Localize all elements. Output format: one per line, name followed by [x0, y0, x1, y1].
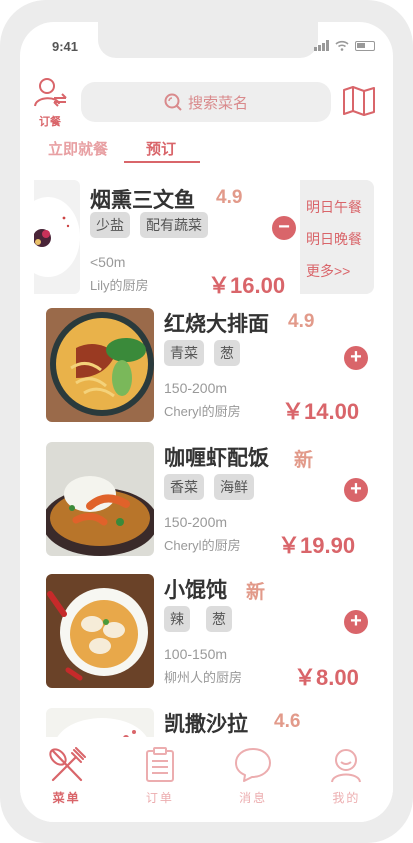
dish-rating: 4.6 — [274, 711, 301, 732]
tab-bar: 立即就餐 预订 — [48, 138, 176, 163]
user-icon — [331, 749, 362, 783]
dish-kitchen: Lily的厨房 — [90, 278, 149, 293]
dish-tag: 配有蔬菜 — [140, 212, 208, 238]
add-button[interactable]: + — [344, 478, 368, 502]
schedule-more-button[interactable]: 更多>> — [306, 261, 350, 281]
user-order-icon — [34, 78, 67, 107]
dish-price: ￥14.00 — [282, 399, 360, 424]
dish-card[interactable]: 咖喱虾配饭 新 香菜 海鲜 + 150-200m Cheryl的厨房 ￥19.9… — [46, 442, 376, 558]
search-input[interactable]: 搜索菜名 — [81, 82, 331, 122]
phone-notch — [98, 22, 318, 58]
status-time: 9:41 — [52, 39, 79, 54]
nav-messages[interactable]: 消息 — [223, 747, 283, 822]
dish-image — [46, 442, 154, 556]
dish-rating: 新 — [294, 450, 314, 471]
dish-image — [46, 574, 154, 688]
dish-name: 红烧大排面 — [164, 313, 269, 336]
dish-image — [34, 180, 80, 294]
dish-tag: 青菜 — [164, 340, 204, 366]
order-label: 订餐 — [39, 116, 61, 128]
schedule-menu: 明日午餐 明日晚餐 更多>> — [300, 180, 374, 294]
wifi-icon — [335, 40, 349, 51]
chat-bubble-icon — [235, 748, 272, 782]
remove-button[interactable]: − — [272, 216, 296, 240]
dish-name: 小馄饨 — [164, 579, 227, 602]
tab-reserve[interactable]: 预订 — [146, 138, 176, 163]
dish-name: 烟熏三文鱼 — [90, 189, 195, 212]
dish-distance: 150-200m — [164, 514, 228, 530]
dish-kitchen: Cheryl的厨房 — [164, 404, 241, 419]
nav-menu-label: 菜单 — [52, 791, 81, 805]
nav-messages-label: 消息 — [239, 791, 268, 805]
dish-price: ￥19.90 — [278, 533, 356, 558]
add-button[interactable]: + — [344, 346, 368, 370]
schedule-dinner-button[interactable]: 明日晚餐 — [306, 229, 362, 249]
map-icon[interactable] — [342, 86, 376, 116]
dish-name: 凯撒沙拉 — [164, 713, 248, 736]
dish-tag: 葱 — [214, 340, 240, 366]
dish-name: 咖喱虾配饭 — [164, 447, 269, 470]
dish-distance: <50m — [90, 254, 126, 270]
bottom-nav: 菜单 订单 消息 我的 — [20, 737, 393, 822]
nav-orders-label: 订单 — [145, 791, 174, 805]
dish-card[interactable]: 小馄饨 新 辣 葱 + 100-150m 柳州人的厨房 ￥8.00 — [46, 574, 376, 690]
search-placeholder: 搜索菜名 — [187, 94, 248, 112]
dish-price: ￥16.00 — [208, 273, 286, 298]
dish-card[interactable]: 红烧大排面 4.9 青菜 葱 + 150-200m Cheryl的厨房 ￥14.… — [46, 308, 376, 424]
dish-distance: 150-200m — [164, 380, 228, 396]
dish-rating: 新 — [246, 582, 266, 603]
dish-tag: 少盐 — [90, 212, 130, 238]
status-icons — [314, 40, 375, 51]
app-screen: 9:41 订餐 搜索菜名 立即就餐 预订 烟熏三文鱼 4.9 少盐 配有蔬菜 − — [20, 22, 393, 822]
search-icon — [164, 93, 182, 111]
tab-dine-now[interactable]: 立即就餐 — [48, 138, 108, 163]
dish-rating: 4.9 — [288, 311, 315, 332]
dish-distance: 100-150m — [164, 646, 228, 662]
dish-tag: 海鲜 — [214, 474, 254, 500]
dish-tag: 辣 — [164, 606, 190, 632]
add-button[interactable]: + — [344, 610, 368, 634]
fork-knife-icon — [48, 747, 86, 782]
battery-icon — [355, 40, 375, 51]
schedule-lunch-button[interactable]: 明日午餐 — [306, 197, 362, 217]
dish-tag: 香菜 — [164, 474, 204, 500]
dish-image — [46, 308, 154, 422]
dish-tag: 葱 — [206, 606, 232, 632]
order-button[interactable]: 订餐 — [32, 76, 68, 129]
nav-orders[interactable]: 订单 — [130, 747, 190, 822]
nav-profile-label: 我的 — [332, 791, 361, 805]
clipboard-icon — [145, 747, 174, 782]
nav-profile[interactable]: 我的 — [316, 747, 376, 822]
dish-rating: 4.9 — [216, 187, 243, 208]
dish-kitchen: Cheryl的厨房 — [164, 538, 241, 553]
nav-menu[interactable]: 菜单 — [37, 747, 97, 822]
signal-icon — [314, 40, 329, 51]
tab-active-indicator — [124, 161, 200, 163]
dish-kitchen: 柳州人的厨房 — [164, 670, 243, 685]
dish-price: ￥8.00 — [294, 665, 359, 690]
